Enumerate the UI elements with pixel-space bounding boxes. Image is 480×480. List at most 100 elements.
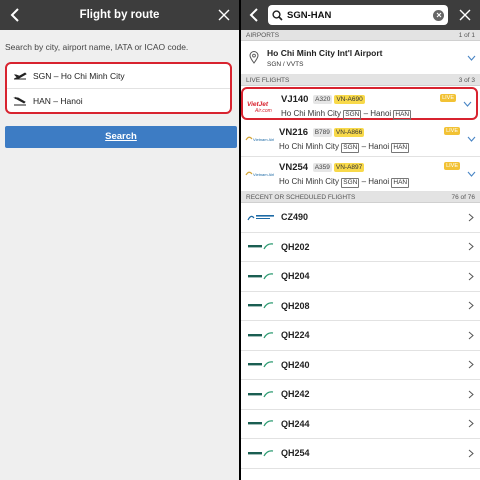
airport-result[interactable]: Ho Chi Minh City Int'l Airport SGN / VVT… (241, 41, 480, 75)
origin-city: Ho Chi Minh City (279, 177, 340, 186)
airport-code: SGN / VVTS (267, 60, 304, 68)
destination-field[interactable]: HAN – Hanoi (7, 88, 230, 112)
chevron-down-icon[interactable] (466, 53, 476, 63)
section-title: LIVE FLIGHTS (246, 76, 290, 84)
airline-logo (243, 242, 278, 252)
svg-text:VietJet: VietJet (247, 101, 269, 108)
destination-city: Hanoi (368, 142, 390, 151)
live-flight-row[interactable]: VietJet Air.com VJ140 A320 VN-A690 LIVE Ho… (241, 87, 478, 120)
destination-city: Hanoi (370, 109, 392, 118)
flight-number: QH242 (281, 389, 310, 400)
origin-code: SGN (343, 110, 362, 120)
clear-button[interactable] (433, 9, 444, 21)
chevron-right-icon[interactable] (466, 448, 476, 458)
chevron-right-icon[interactable] (466, 242, 476, 252)
destination-code: HAN (391, 143, 410, 153)
flight-number: QH204 (281, 271, 310, 282)
svg-text:Vietnam Airlines: Vietnam Airlines (253, 137, 274, 142)
airline-logo (243, 419, 278, 429)
flight-number: VN254 (279, 162, 309, 173)
flight-number: CZ490 (281, 212, 309, 223)
live-flights-section-header: LIVE FLIGHTS 3 of 3 (241, 75, 480, 86)
airline-logo (243, 389, 278, 399)
recent-flight-row[interactable]: CZ490 (241, 203, 480, 233)
chevron-right-icon[interactable] (466, 212, 476, 222)
flight-number: QH202 (281, 241, 310, 252)
recent-flight-row[interactable]: QH240 (241, 351, 480, 380)
airline-logo: VietJet Air.com (246, 99, 276, 113)
flight-number: QH254 (281, 448, 310, 459)
flight-number: QH240 (281, 359, 310, 370)
section-title: AIRPORTS (246, 31, 280, 39)
origin-field[interactable]: SGN – Ho Chi Minh City (7, 64, 230, 88)
route-separator: – (363, 109, 369, 118)
close-button[interactable] (452, 0, 478, 30)
origin-code: SGN (341, 143, 360, 153)
route-search-pane: Flight by route Search by city, airport … (0, 0, 239, 480)
aircraft-type: A359 (312, 163, 332, 172)
destination-code: HAN (391, 178, 410, 188)
search-hint: Search by city, airport name, IATA or IC… (5, 42, 189, 52)
chevron-down-icon[interactable] (462, 99, 472, 109)
recent-flight-row[interactable]: QH244 (241, 410, 480, 439)
chevron-right-icon[interactable] (466, 360, 476, 370)
airports-section-header: AIRPORTS 1 of 1 (241, 30, 480, 41)
clear-icon (436, 12, 441, 18)
origin-code: SGN (341, 178, 360, 188)
route-search-header: Flight by route (0, 0, 239, 30)
live-flight-row[interactable]: Vietnam Airlines VN216 B789VN-A866 LIVE … (241, 122, 480, 157)
live-badge: LIVE (440, 94, 456, 102)
recent-flights-section-header: RECENT OR SCHEDULED FLIGHTS 76 of 76 (241, 192, 480, 203)
recent-flights-list: CZ490 QH202 QH204 QH208 QH224 QH240 QH242 QH244… (241, 203, 480, 469)
origin-city: Ho Chi Minh City (279, 142, 340, 151)
search-input[interactable]: SGN-HAN (268, 5, 448, 25)
plane-landing-icon (7, 96, 33, 106)
close-button[interactable] (211, 0, 237, 30)
aircraft-registration: VN-A690 (334, 95, 365, 104)
section-title: RECENT OR SCHEDULED FLIGHTS (246, 193, 356, 201)
recent-flight-row[interactable]: QH202 (241, 233, 480, 262)
airline-logo (243, 330, 278, 340)
chevron-right-icon[interactable] (466, 301, 476, 311)
airline-logo (243, 448, 278, 458)
airline-logo (243, 360, 278, 370)
recent-flight-row[interactable]: QH208 (241, 292, 480, 321)
section-count: 3 of 3 (458, 76, 475, 84)
aircraft-registration: VN-A897 (333, 163, 365, 172)
plane-takeoff-icon (7, 71, 33, 81)
chevron-down-icon[interactable] (466, 169, 476, 179)
section-count: 1 of 1 (458, 31, 475, 39)
chevron-right-icon[interactable] (466, 330, 476, 340)
results-header: SGN-HAN (241, 0, 480, 30)
aircraft-type: A320 (313, 95, 333, 104)
airport-name: Ho Chi Minh City Int'l Airport (267, 47, 383, 58)
page-title: Flight by route (79, 9, 160, 21)
live-flight-row[interactable]: Vietnam Airlines VN254 A359VN-A897 LIVE … (241, 157, 480, 192)
recent-flight-row[interactable]: QH242 (241, 380, 480, 410)
search-button[interactable]: Search (5, 126, 237, 148)
route-separator: – (361, 142, 367, 151)
search-results-pane: SGN-HAN AIRPORTS 1 of 1 Ho Chi Minh City… (241, 0, 480, 480)
recent-flight-row[interactable]: QH224 (241, 321, 480, 351)
airline-logo (243, 271, 278, 281)
svg-text:Vietnam Airlines: Vietnam Airlines (253, 172, 274, 177)
flight-number: VJ140 (281, 94, 309, 105)
recent-flight-row[interactable]: QH254 (241, 439, 480, 469)
route-fields: SGN – Ho Chi Minh City HAN – Hanoi (5, 62, 232, 114)
airline-logo (243, 212, 278, 222)
search-query: SGN-HAN (287, 9, 332, 21)
live-badge: LIVE (444, 162, 460, 170)
recent-flight-row[interactable]: QH204 (241, 262, 480, 292)
chevron-right-icon[interactable] (466, 389, 476, 399)
chevron-right-icon[interactable] (466, 271, 476, 281)
flight-number: VN216 (279, 127, 309, 138)
route-separator: – (361, 177, 367, 186)
flight-number: QH208 (281, 300, 310, 311)
chevron-right-icon[interactable] (466, 419, 476, 429)
back-button[interactable] (241, 0, 267, 30)
destination-code: HAN (393, 110, 412, 120)
search-icon (272, 9, 283, 21)
destination-value: HAN – Hanoi (33, 95, 83, 106)
chevron-down-icon[interactable] (466, 134, 476, 144)
airline-logo: Vietnam Airlines (244, 167, 274, 181)
